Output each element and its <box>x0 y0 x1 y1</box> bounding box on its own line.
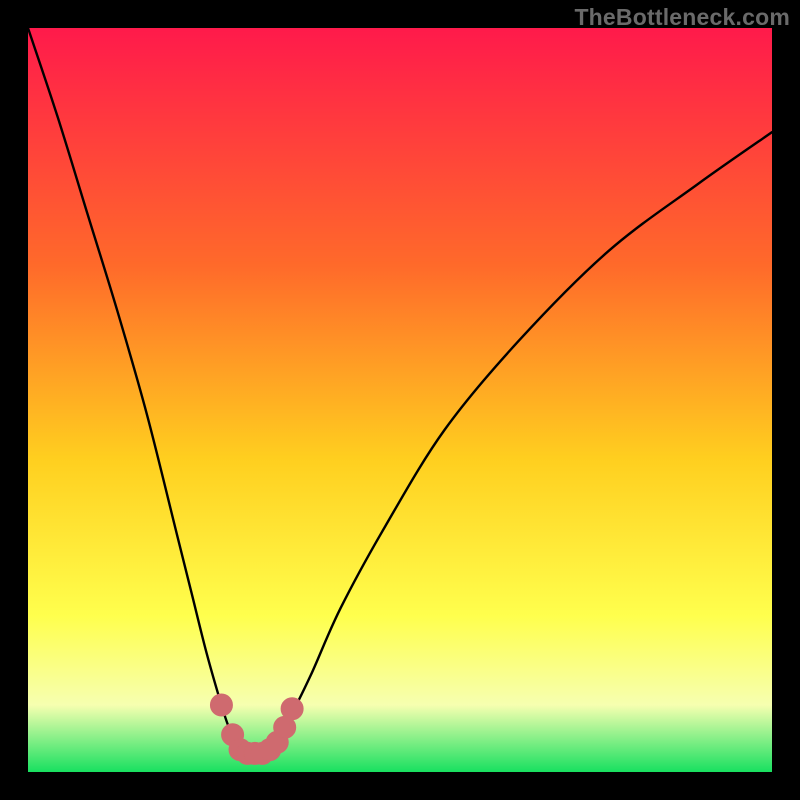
bottleneck-curve-chart <box>28 28 772 772</box>
curve-marker <box>210 694 232 716</box>
curve-marker <box>281 698 303 720</box>
chart-frame: TheBottleneck.com <box>0 0 800 800</box>
gradient-background <box>28 28 772 772</box>
watermark-text: TheBottleneck.com <box>574 4 790 31</box>
plot-area <box>28 28 772 772</box>
